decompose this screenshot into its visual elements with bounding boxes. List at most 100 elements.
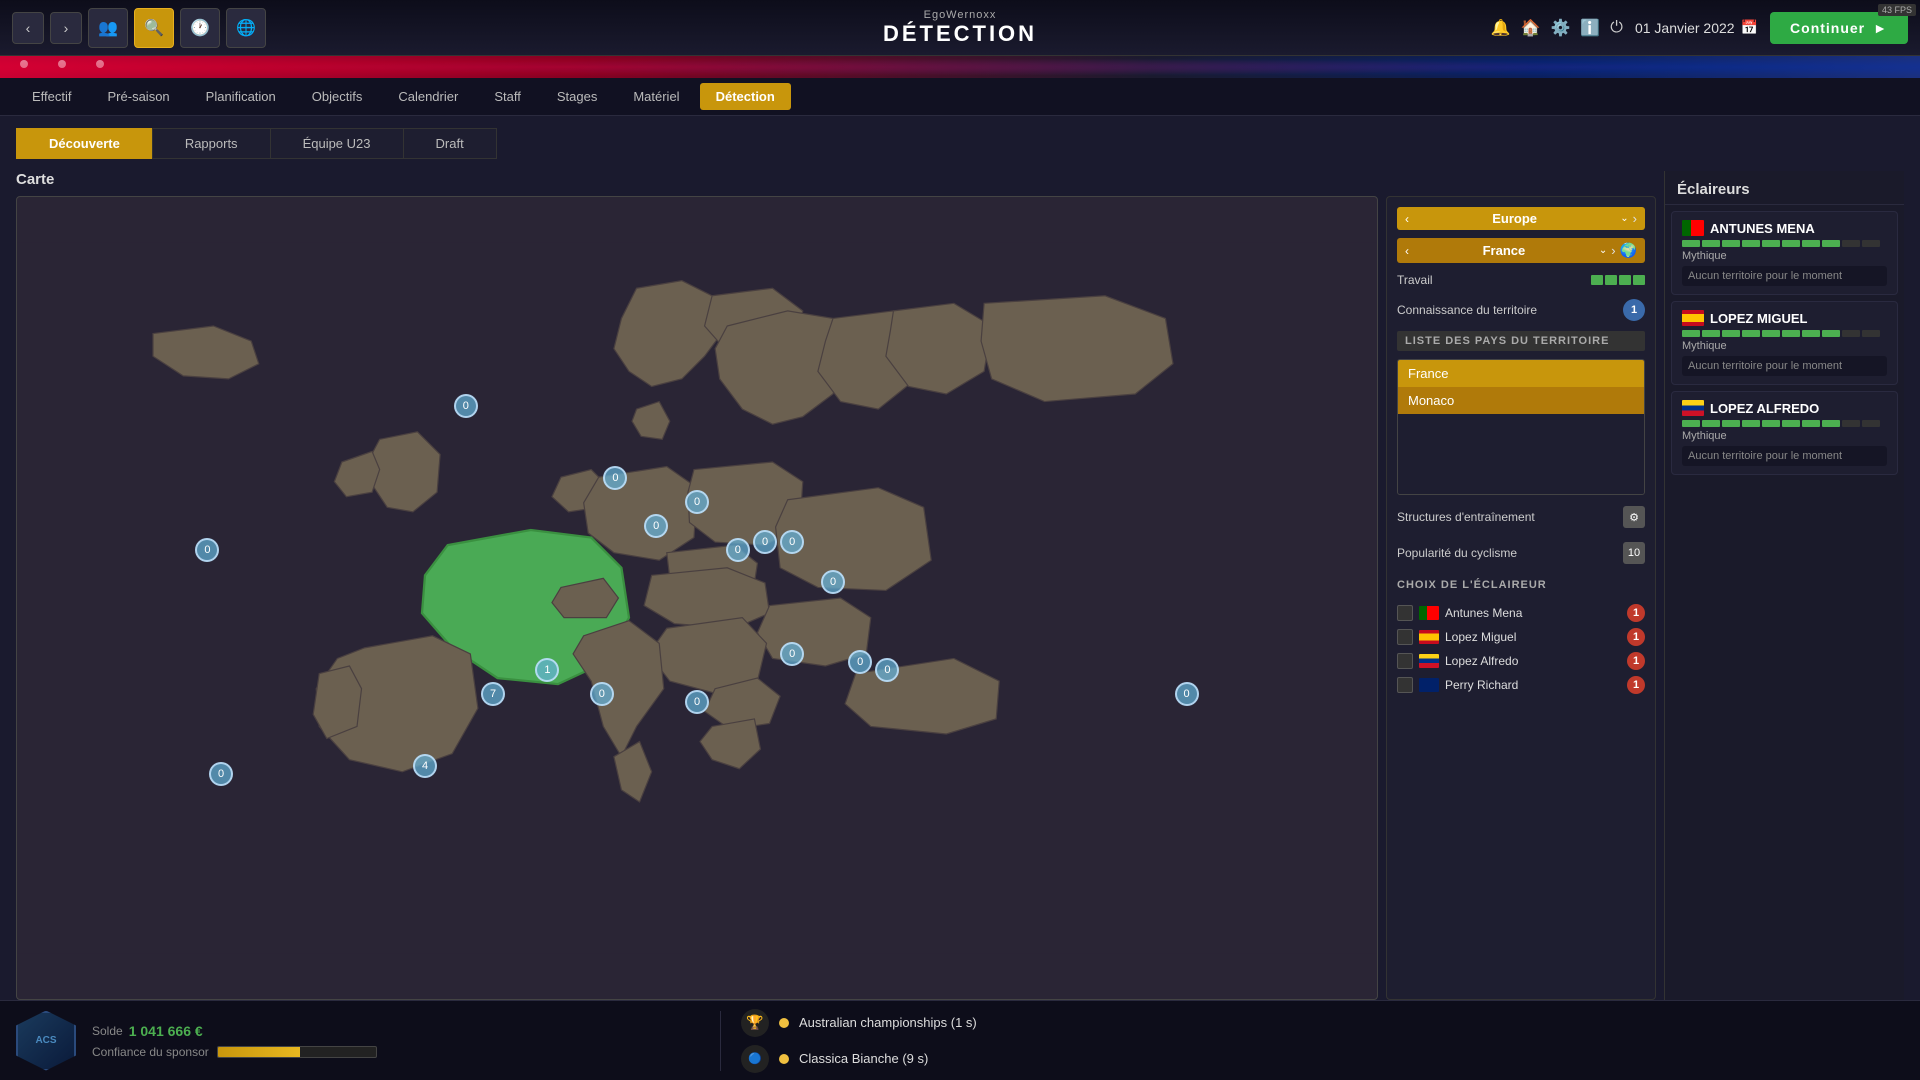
power-icon[interactable]: ⏻ (1610, 19, 1623, 37)
travail-row: Travail (1397, 271, 1645, 289)
content-area: Carte (16, 171, 1904, 1000)
scout-header-1: LOPEZ MIGUEL (1682, 310, 1887, 326)
map-marker-17[interactable]: 0 (209, 762, 233, 786)
top-bar-center: EgoWernoxx DÉTECTION (883, 9, 1037, 47)
tab-planification[interactable]: Planification (190, 83, 292, 110)
info-icon[interactable]: ℹ️ (1580, 18, 1600, 38)
tab-calendrier[interactable]: Calendrier (382, 83, 474, 110)
popularite-label: Popularité du cyclisme (1397, 546, 1517, 560)
scout-name-1: LOPEZ MIGUEL (1710, 311, 1808, 326)
map-marker-3[interactable]: 0 (644, 514, 668, 538)
country-selector[interactable]: ‹ France ⌄ › 🌍 (1397, 238, 1645, 263)
eclaireur-count-0: 1 (1627, 604, 1645, 622)
subtab-draft[interactable]: Draft (403, 128, 497, 159)
eclaireur-checkbox-2[interactable] (1397, 653, 1413, 669)
nav-tabs: Effectif Pré-saison Planification Object… (0, 78, 1920, 116)
map-marker-0[interactable]: 0 (195, 538, 219, 562)
scout-rating-2 (1682, 420, 1887, 427)
tab-globe-icon[interactable]: 🌐 (226, 8, 266, 48)
map-marker-11[interactable]: 1 (535, 658, 559, 682)
bell-icon[interactable]: 🔔 (1491, 18, 1511, 38)
map-marker-8[interactable]: 0 (821, 570, 845, 594)
structures-icon: ⚙ (1623, 506, 1645, 528)
eclaireur-count-2: 1 (1627, 652, 1645, 670)
map-marker-16[interactable]: 4 (413, 754, 437, 778)
tab-clock-icon[interactable]: 🕐 (180, 8, 220, 48)
tab-stages[interactable]: Stages (541, 83, 613, 110)
map-container[interactable]: 0000000000010007400 (16, 196, 1378, 1000)
scout-card-0[interactable]: ANTUNES MENA Mythique (1671, 211, 1898, 295)
nav-back-button[interactable]: ‹ (12, 12, 44, 44)
tab-detection[interactable]: Détection (700, 83, 791, 110)
tab-objectifs[interactable]: Objectifs (296, 83, 379, 110)
scouts-list: ANTUNES MENA Mythique (1665, 205, 1904, 1000)
map-marker-14[interactable]: 0 (780, 642, 804, 666)
scout-card-2[interactable]: LOPEZ ALFREDO Mythique (1671, 391, 1898, 475)
settings-icon[interactable]: ⚙️ (1550, 18, 1570, 38)
region-selector[interactable]: ‹ Europe ⌄ › (1397, 207, 1645, 230)
region-chevron-icon[interactable]: ⌄ (1620, 213, 1628, 224)
country-arrow-right[interactable]: › (1611, 243, 1615, 258)
confiance-fill (218, 1047, 300, 1057)
scout-header-0: ANTUNES MENA (1682, 220, 1887, 236)
connaissance-icon: 1 (1623, 299, 1645, 321)
confiance-bar (217, 1046, 377, 1058)
nav-forward-button[interactable]: › (50, 12, 82, 44)
event-dot-0 (779, 1018, 789, 1028)
tab-pre-saison[interactable]: Pré-saison (92, 83, 186, 110)
tab-materiel[interactable]: Matériel (617, 83, 695, 110)
travail-seg-4 (1633, 275, 1645, 285)
map-title: Carte (16, 171, 1656, 188)
map-marker-4[interactable]: 0 (685, 490, 709, 514)
country-prev-arrow[interactable]: ‹ (1405, 244, 1409, 258)
map-marker-10[interactable]: 0 (875, 658, 899, 682)
banner-dot (20, 60, 28, 68)
map-marker-15[interactable]: 7 (481, 682, 505, 706)
banner-dot (96, 60, 104, 68)
region-arrow-right[interactable]: › (1633, 211, 1637, 226)
date-text: 01 Janvier 2022 (1635, 20, 1735, 36)
eclaireur-checkbox-0[interactable] (1397, 605, 1413, 621)
subtab-equipe-u23[interactable]: Équipe U23 (270, 128, 403, 159)
territory-item-france[interactable]: France (1398, 360, 1644, 387)
scout-territory-1: Aucun territoire pour le moment (1682, 356, 1887, 376)
scout-card-1[interactable]: LOPEZ MIGUEL Mythique (1671, 301, 1898, 385)
map-marker-18[interactable]: 0 (1175, 682, 1199, 706)
map-marker-2[interactable]: 0 (603, 466, 627, 490)
country-label: France (1413, 243, 1595, 258)
tab-detect-icon[interactable]: 🔍 (134, 8, 174, 48)
scouts-title: Éclaireurs (1665, 171, 1904, 205)
scout-flag-co (1682, 400, 1704, 416)
map-marker-7[interactable]: 0 (780, 530, 804, 554)
map-marker-6[interactable]: 0 (753, 530, 777, 554)
map-marker-13[interactable]: 0 (685, 690, 709, 714)
continue-button[interactable]: Continuer ► (1770, 12, 1908, 44)
map-markers-layer: 0000000000010007400 (17, 197, 1377, 999)
subtab-decouverte[interactable]: Découverte (16, 128, 152, 159)
home-icon[interactable]: 🏠 (1521, 18, 1541, 38)
top-bar-right: 🔔 🏠 ⚙️ ℹ️ ⏻ 01 Janvier 2022 📅 Continuer … (1491, 12, 1908, 44)
tab-roster-icon[interactable]: 👥 (88, 8, 128, 48)
confiance-row: Confiance du sponsor (92, 1045, 704, 1059)
event-dot-1 (779, 1054, 789, 1064)
region-prev-arrow[interactable]: ‹ (1405, 212, 1409, 226)
scout-territory-0: Aucun territoire pour le moment (1682, 266, 1887, 286)
app-name: EgoWernoxx (924, 9, 997, 21)
calendar-icon[interactable]: 📅 (1741, 19, 1758, 36)
territory-item-monaco[interactable]: Monaco (1398, 387, 1644, 414)
eclaireur-checkbox-3[interactable] (1397, 677, 1413, 693)
map-marker-5[interactable]: 0 (726, 538, 750, 562)
map-marker-12[interactable]: 0 (590, 682, 614, 706)
eclaireur-checkbox-1[interactable] (1397, 629, 1413, 645)
map-marker-9[interactable]: 0 (848, 650, 872, 674)
scouts-panel: Éclaireurs ANTUNES MENA (1664, 171, 1904, 1000)
subtab-rapports[interactable]: Rapports (152, 128, 270, 159)
territory-empty-space (1398, 414, 1644, 494)
travail-label: Travail (1397, 273, 1433, 287)
country-chevron-icon[interactable]: ⌄ (1599, 245, 1607, 256)
tab-staff[interactable]: Staff (478, 83, 537, 110)
tab-effectif[interactable]: Effectif (16, 83, 88, 110)
event-text-0: Australian championships (1 s) (799, 1015, 977, 1030)
globe-icon[interactable]: 🌍 (1620, 242, 1637, 259)
map-marker-1[interactable]: 0 (454, 394, 478, 418)
